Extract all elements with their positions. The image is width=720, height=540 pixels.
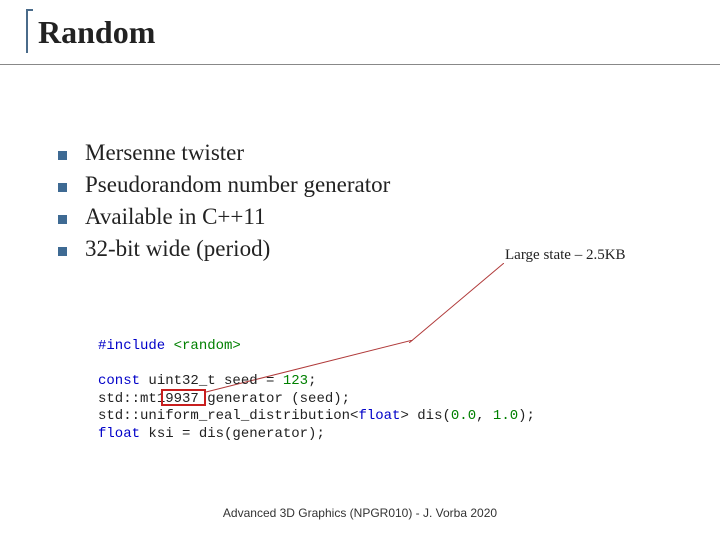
title-wrap: Random — [28, 14, 155, 51]
bullet-text: Pseudorandom number generator — [85, 172, 390, 198]
slide-title: Random — [38, 14, 155, 51]
bullet-list: Mersenne twister Pseudorandom number gen… — [58, 140, 390, 268]
code-header: <random> — [174, 338, 241, 354]
code-num: 0.0 — [451, 408, 476, 424]
code-text: uint32_t seed = — [140, 373, 283, 389]
annotation-large-state: Large state – 2.5KB — [505, 247, 626, 264]
callout-line-icon — [409, 263, 504, 343]
code-kw: float — [358, 408, 400, 424]
code-num: 123 — [283, 373, 308, 389]
list-item: Mersenne twister — [58, 140, 390, 166]
list-item: Available in C++11 — [58, 204, 390, 230]
slide: Random Mersenne twister Pseudorandom num… — [0, 0, 720, 540]
bullet-icon — [58, 215, 67, 224]
bullet-icon — [58, 151, 67, 160]
list-item: Pseudorandom number generator — [58, 172, 390, 198]
code-text: ); — [518, 408, 535, 424]
bullet-icon — [58, 247, 67, 256]
code-text: std::mt — [98, 391, 157, 407]
title-divider — [0, 64, 720, 65]
code-text: ; — [308, 373, 316, 389]
code-text: generator (seed); — [199, 391, 350, 407]
code-block: #include <random> const uint32_t seed = … — [98, 338, 535, 443]
code-highlight: 19937 — [157, 391, 199, 407]
code-text: std::uniform_real_distribution< — [98, 408, 358, 424]
bullet-text: 32-bit wide (period) — [85, 236, 270, 262]
code-kw: float — [98, 426, 140, 442]
bullet-text: Mersenne twister — [85, 140, 244, 166]
code-num: 1.0 — [493, 408, 518, 424]
code-kw: const — [98, 373, 140, 389]
slide-footer: Advanced 3D Graphics (NPGR010) - J. Vorb… — [0, 506, 720, 520]
bullet-icon — [58, 183, 67, 192]
code-text: > dis( — [400, 408, 450, 424]
code-text: ksi = dis(generator); — [140, 426, 325, 442]
bullet-text: Available in C++11 — [85, 204, 266, 230]
code-text: , — [476, 408, 493, 424]
list-item: 32-bit wide (period) — [58, 236, 390, 262]
code-kw: #include — [98, 338, 165, 354]
